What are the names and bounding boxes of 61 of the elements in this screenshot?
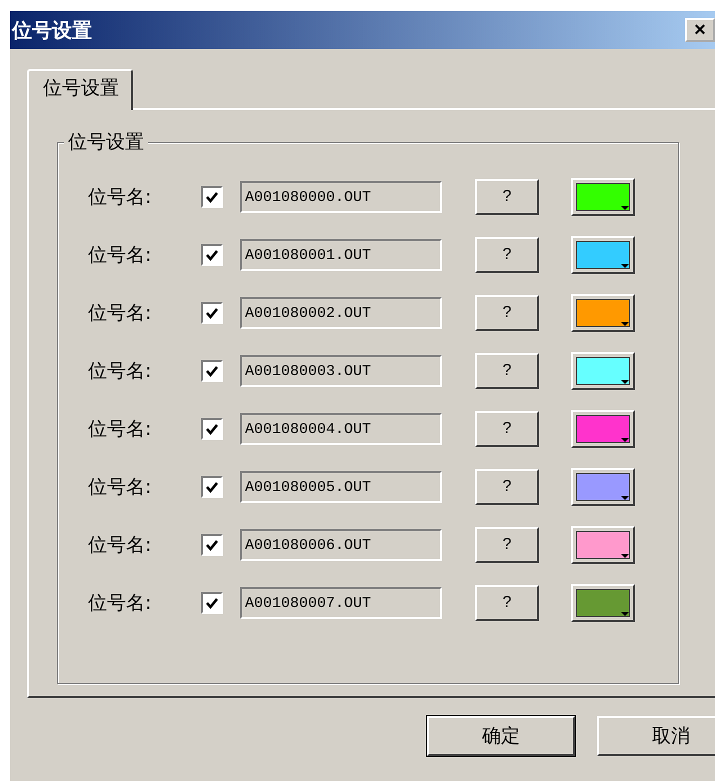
caret-icon: [621, 264, 629, 268]
tag-name-field[interactable]: A001080005.OUT: [240, 471, 442, 503]
field-label: 位号名:: [88, 185, 152, 210]
field-label: 位号名:: [88, 475, 152, 500]
tag-name-field[interactable]: A001080002.OUT: [240, 297, 442, 329]
checkbox[interactable]: [201, 360, 223, 382]
check-icon: [205, 248, 219, 262]
check-icon: [205, 190, 219, 204]
checkbox[interactable]: [201, 592, 223, 614]
cancel-button[interactable]: 取消: [597, 716, 715, 756]
browse-button[interactable]: ?: [475, 469, 539, 505]
browse-button[interactable]: ?: [475, 179, 539, 215]
tag-name-field[interactable]: A001080000.OUT: [240, 181, 442, 213]
tag-name-field[interactable]: A001080006.OUT: [240, 529, 442, 561]
caret-icon: [621, 322, 629, 326]
field-label: 位号名:: [88, 243, 152, 268]
browse-button[interactable]: ?: [475, 295, 539, 331]
window-title: 位号设置: [12, 16, 92, 44]
caret-icon: [621, 496, 629, 500]
checkbox[interactable]: [201, 418, 223, 440]
tag-name-field[interactable]: A001080007.OUT: [240, 587, 442, 619]
color-picker-button[interactable]: [571, 352, 635, 390]
caret-icon: [621, 380, 629, 384]
check-icon: [205, 422, 219, 436]
color-picker-button[interactable]: [571, 178, 635, 216]
field-label: 位号名:: [88, 301, 152, 326]
tag-name-field[interactable]: A001080001.OUT: [240, 239, 442, 271]
check-icon: [205, 480, 219, 494]
tag-name-field[interactable]: A001080003.OUT: [240, 355, 442, 387]
close-button[interactable]: ×: [685, 18, 715, 42]
field-label: 位号名:: [88, 591, 152, 616]
field-label: 位号名:: [88, 533, 152, 558]
color-picker-button[interactable]: [571, 526, 635, 564]
checkbox[interactable]: [201, 534, 223, 556]
browse-button[interactable]: ?: [475, 585, 539, 621]
field-label: 位号名:: [88, 359, 152, 384]
browse-button[interactable]: ?: [475, 527, 539, 563]
browse-button[interactable]: ?: [475, 353, 539, 389]
check-icon: [205, 306, 219, 320]
browse-button[interactable]: ?: [475, 411, 539, 447]
checkbox[interactable]: [201, 186, 223, 208]
tab[interactable]: 位号设置: [27, 69, 133, 110]
caret-icon: [621, 438, 629, 442]
tag-name-field[interactable]: A001080004.OUT: [240, 413, 442, 445]
color-picker-button[interactable]: [571, 236, 635, 274]
checkbox[interactable]: [201, 302, 223, 324]
check-icon: [205, 364, 219, 378]
color-picker-button[interactable]: [571, 410, 635, 448]
color-picker-button[interactable]: [571, 294, 635, 332]
caret-icon: [621, 554, 629, 558]
browse-button[interactable]: ?: [475, 237, 539, 273]
ok-button[interactable]: 确定: [427, 716, 575, 756]
caret-icon: [621, 206, 629, 210]
color-picker-button[interactable]: [571, 468, 635, 506]
checkbox[interactable]: [201, 476, 223, 498]
checkbox[interactable]: [201, 244, 223, 266]
field-label: 位号名:: [88, 417, 152, 442]
check-icon: [205, 596, 219, 610]
color-picker-button[interactable]: [571, 584, 635, 622]
check-icon: [205, 538, 219, 552]
caret-icon: [621, 612, 629, 616]
